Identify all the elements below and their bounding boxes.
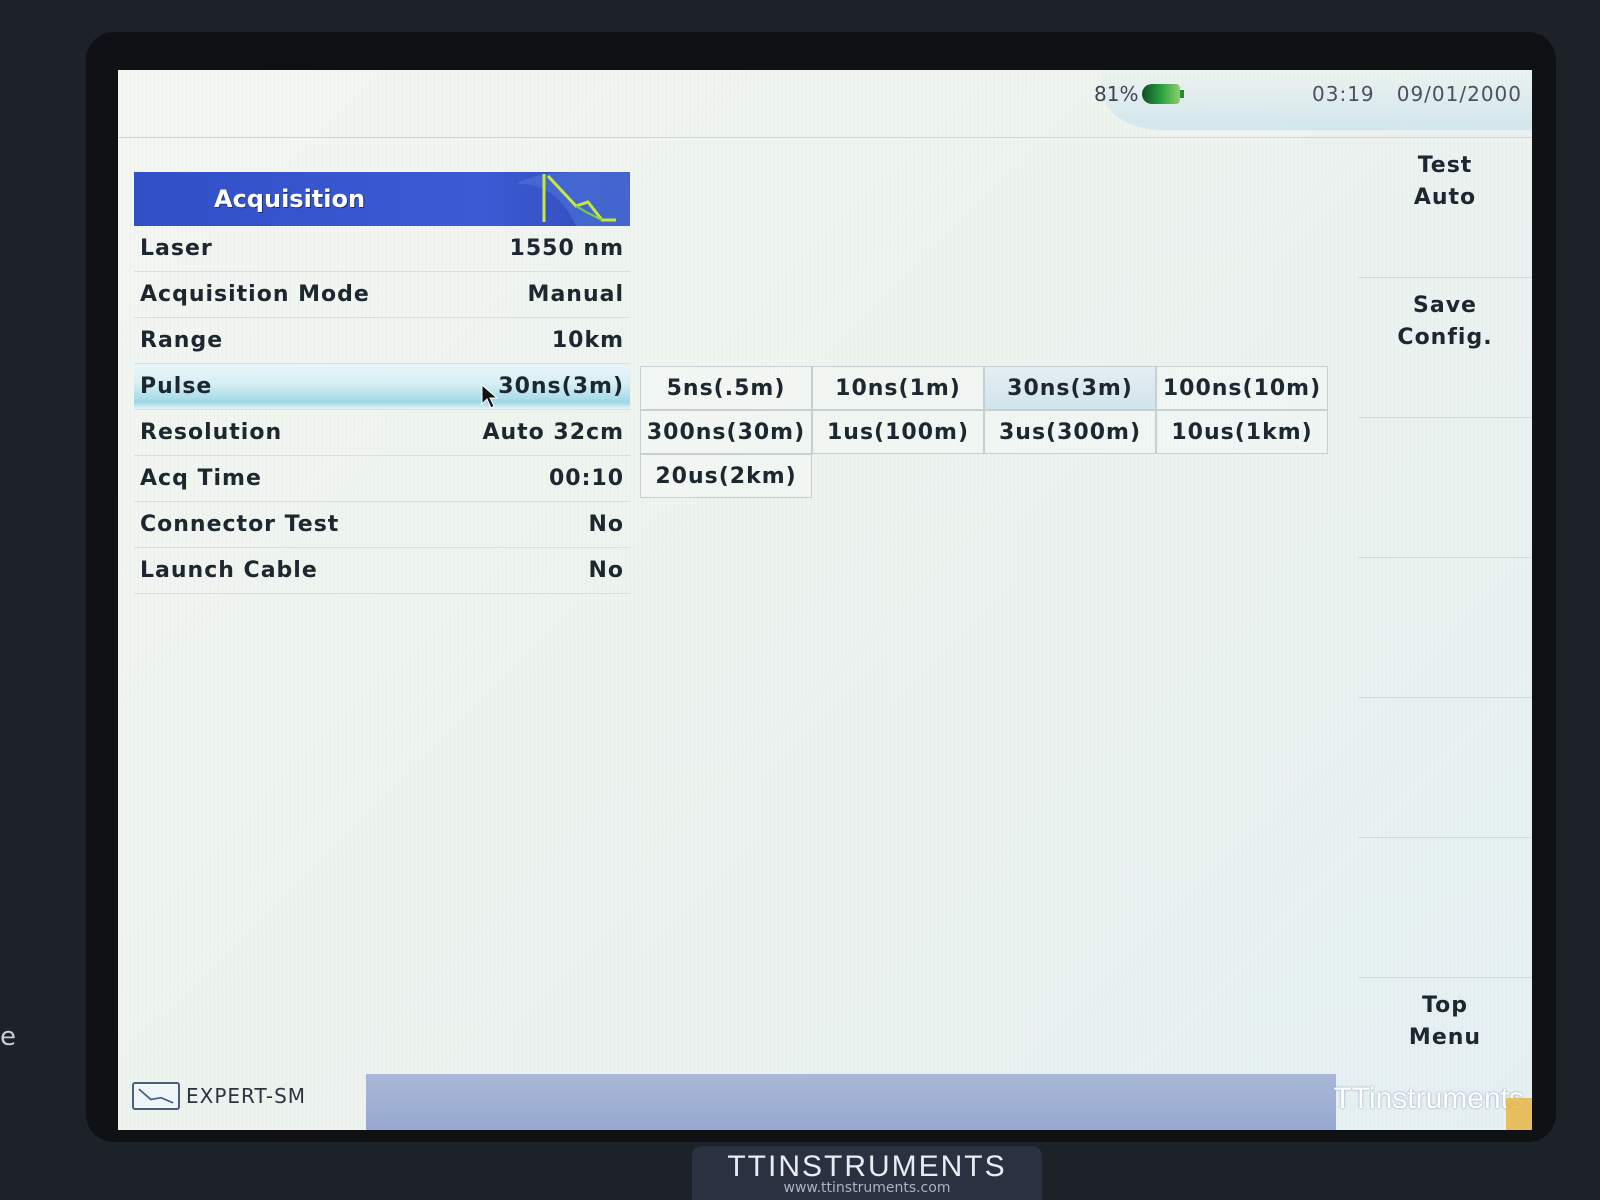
- clock-time: 03:19: [1312, 82, 1375, 106]
- mouse-cursor-icon: [481, 384, 499, 409]
- acquisition-panel: Acquisition Laser 1550 nm Acquisition Mo…: [134, 172, 630, 594]
- pulse-options: 5ns(.5m) 10ns(1m) 30ns(3m) 100ns(10m) 30…: [640, 366, 1328, 498]
- softkey-empty-5[interactable]: [1358, 698, 1532, 838]
- status-bar: 81% 03:19 09/01/2000: [118, 70, 1532, 138]
- bezel-logo: TTINSTRUMENTS www.ttinstruments.com: [692, 1146, 1042, 1200]
- footer-corner-decoration: [1506, 1098, 1532, 1130]
- clock: 03:19 09/01/2000: [1312, 82, 1522, 106]
- row-value: No: [588, 512, 624, 537]
- row-acq-time[interactable]: Acq Time 00:10: [134, 456, 630, 502]
- pulse-option-selected[interactable]: 30ns(3m): [984, 366, 1156, 410]
- row-label: Acquisition Mode: [140, 282, 370, 307]
- bezel-brand: TTINSTRUMENTS: [727, 1150, 1007, 1183]
- pulse-option[interactable]: 5ns(.5m): [640, 366, 812, 410]
- row-acquisition-mode[interactable]: Acquisition Mode Manual: [134, 272, 630, 318]
- footer-brand-logo: TTinstruments: [1333, 1082, 1524, 1115]
- softkey-empty-6[interactable]: [1358, 838, 1532, 978]
- row-value: 10km: [551, 328, 624, 353]
- row-label: Range: [140, 328, 224, 353]
- row-label: Resolution: [140, 420, 283, 445]
- clock-date: 09/01/2000: [1396, 82, 1522, 106]
- softkey-empty-3[interactable]: [1358, 418, 1532, 558]
- bezel-edge-label: e: [0, 1022, 16, 1052]
- row-label: Laser: [140, 236, 213, 261]
- row-pulse[interactable]: Pulse 30ns(3m): [134, 364, 630, 410]
- pulse-option[interactable]: 10ns(1m): [812, 366, 984, 410]
- row-value: 00:10: [548, 466, 624, 491]
- save-config-button[interactable]: Save Config.: [1358, 278, 1532, 418]
- footer: EXPERT-SM TTinstruments: [118, 1074, 1532, 1130]
- row-value: 30ns(3m): [498, 374, 624, 399]
- row-label: Acq Time: [140, 466, 262, 491]
- softkey-line: Auto: [1413, 185, 1477, 210]
- pulse-option[interactable]: 100ns(10m): [1156, 366, 1328, 410]
- softkey-column: Test Auto Save Config. Top Menu: [1358, 138, 1532, 1130]
- softkey-line: Test: [1417, 153, 1473, 178]
- footer-mode: EXPERT-SM: [132, 1082, 306, 1110]
- softkey-empty-4[interactable]: [1358, 558, 1532, 698]
- battery-percent: 81%: [1094, 82, 1139, 106]
- footer-mode-label: EXPERT-SM: [186, 1084, 307, 1108]
- row-label: Connector Test: [140, 512, 340, 537]
- otdr-trace-icon: [516, 172, 630, 226]
- row-launch-cable[interactable]: Launch Cable No: [134, 548, 630, 594]
- softkey-line: Top: [1422, 993, 1468, 1018]
- softkey-line: Menu: [1408, 1025, 1482, 1050]
- softkey-line: Save: [1413, 293, 1477, 318]
- row-value: 1550 nm: [509, 236, 624, 261]
- otdr-mode-icon: [132, 1082, 180, 1110]
- row-laser[interactable]: Laser 1550 nm: [134, 226, 630, 272]
- row-value: Auto 32cm: [482, 420, 624, 445]
- pulse-option[interactable]: 10us(1km): [1156, 410, 1328, 454]
- row-label: Pulse: [140, 374, 213, 399]
- battery-icon: [1142, 84, 1185, 104]
- panel-header: Acquisition: [134, 172, 630, 226]
- battery-indicator: 81%: [1094, 82, 1185, 106]
- row-range[interactable]: Range 10km: [134, 318, 630, 364]
- row-connector-test[interactable]: Connector Test No: [134, 502, 630, 548]
- test-auto-button[interactable]: Test Auto: [1358, 138, 1532, 278]
- pulse-option[interactable]: 1us(100m): [812, 410, 984, 454]
- device-screen: 81% 03:19 09/01/2000 Acquisition Laser 1…: [118, 70, 1532, 1130]
- row-value: No: [588, 558, 624, 583]
- footer-bar: [366, 1074, 1336, 1130]
- row-resolution[interactable]: Resolution Auto 32cm: [134, 410, 630, 456]
- softkey-line: Config.: [1397, 325, 1493, 350]
- pulse-option[interactable]: 3us(300m): [984, 410, 1156, 454]
- pulse-option[interactable]: 300ns(30m): [640, 410, 812, 454]
- panel-title: Acquisition: [214, 185, 366, 213]
- row-label: Launch Cable: [140, 558, 318, 583]
- pulse-option[interactable]: 20us(2km): [640, 454, 812, 498]
- row-value: Manual: [527, 282, 624, 307]
